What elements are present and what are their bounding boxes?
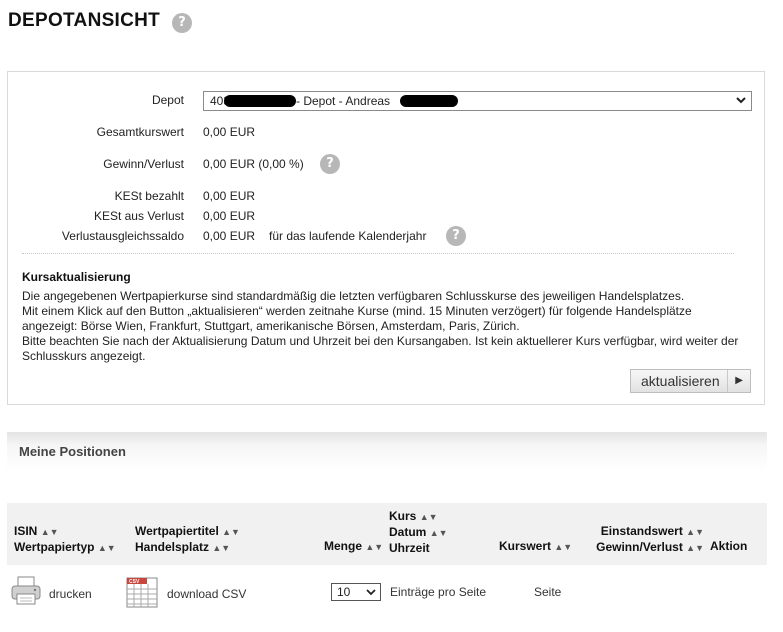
- positions-title: Meine Positionen: [19, 444, 126, 459]
- entries-per-page-label: Einträge pro Seite: [390, 585, 487, 599]
- info-line: Die angegebenen Wertpapierkurse sind sta…: [22, 289, 685, 303]
- kest-verlust-label: KESt aus Verlust: [93, 209, 184, 223]
- help-icon[interactable]: ?: [172, 13, 192, 33]
- depot-select[interactable]: 403 - Depot - Andreas: [203, 91, 752, 111]
- download-csv-link[interactable]: download CSV: [167, 587, 246, 601]
- help-icon[interactable]: ?: [320, 154, 340, 174]
- verlustausgleich-note: für das laufende Kalenderjahr: [269, 229, 427, 243]
- sort-icon[interactable]: ▲▼: [212, 543, 230, 553]
- col-wertpapiertitel[interactable]: Wertpapiertitel ▲▼ Handelsplatz ▲▼: [135, 524, 240, 556]
- gewinn-verlust-label: Gewinn/Verlust: [103, 157, 184, 171]
- col-gewinn-verlust-label: Gewinn/Verlust: [596, 540, 683, 554]
- chevron-down-icon: [735, 93, 747, 110]
- verlustausgleich-value: 0,00 EUR: [203, 229, 256, 243]
- sort-icon[interactable]: ▲▼: [430, 528, 448, 538]
- col-aktion: Aktion: [710, 539, 748, 553]
- depot-label: Depot: [151, 93, 184, 107]
- col-wertpapiertyp-label: Wertpapiertyp: [14, 540, 95, 554]
- kursaktualisierung-title: Kursaktualisierung: [22, 270, 131, 284]
- kursaktualisierung-text: Die angegebenen Wertpapierkurse sind sta…: [22, 289, 742, 364]
- sort-icon[interactable]: ▲▼: [98, 543, 116, 553]
- page-title: DEPOTANSICHT: [8, 10, 161, 31]
- sort-icon[interactable]: ▲▼: [686, 543, 704, 553]
- entries-per-page-select[interactable]: 10: [331, 583, 381, 601]
- csv-file-icon[interactable]: CSV: [126, 576, 158, 608]
- gewinn-verlust-value: 0,00 EUR (0,00 %): [203, 157, 304, 171]
- sort-icon[interactable]: ▲▼: [41, 527, 59, 537]
- aktualisieren-button-label: aktualisieren: [641, 373, 720, 389]
- depot-select-value: - Depot - Andreas: [296, 94, 391, 108]
- gesamtkurswert-label: Gesamtkurswert: [96, 125, 184, 139]
- redaction-mark: [400, 95, 458, 107]
- kest-bezahlt-value: 0,00 EUR: [203, 189, 256, 203]
- csv-icon-text: CSV: [129, 579, 140, 585]
- printer-icon[interactable]: [10, 576, 42, 606]
- col-handelsplatz-label: Handelsplatz: [135, 540, 210, 554]
- sort-icon[interactable]: ▲▼: [420, 512, 438, 522]
- divider: [22, 253, 734, 254]
- entries-per-page-value: 10: [337, 585, 351, 599]
- sort-icon[interactable]: ▲▼: [554, 542, 572, 552]
- col-datum-label: Datum: [389, 525, 427, 539]
- gesamtkurswert-value: 0,00 EUR: [203, 125, 256, 139]
- page-label: Seite: [534, 585, 562, 599]
- arrow-right-icon: ▶: [735, 375, 743, 386]
- col-kurs-label: Kurs: [389, 509, 417, 523]
- info-line: Bitte beachten Sie nach der Aktualisieru…: [22, 334, 739, 363]
- col-einstandswert-label: Einstandswert: [600, 524, 683, 538]
- col-uhrzeit-label: Uhrzeit: [389, 541, 430, 555]
- sort-icon[interactable]: ▲▼: [365, 542, 383, 552]
- kest-verlust-value: 0,00 EUR: [203, 209, 256, 223]
- col-kurswert-label: Kurswert: [499, 539, 552, 553]
- aktualisieren-button[interactable]: aktualisieren ▶: [630, 369, 751, 393]
- verlustausgleich-label: Verlustausgleichssaldo: [61, 229, 184, 243]
- button-separator: [727, 370, 728, 392]
- chevron-down-icon: [366, 585, 376, 602]
- redaction-mark: [224, 95, 296, 107]
- col-isin-label: ISIN: [14, 524, 38, 538]
- col-isin[interactable]: ISIN ▲▼ Wertpapiertyp ▲▼: [14, 524, 116, 556]
- kest-bezahlt-label: KESt bezahlt: [114, 189, 184, 203]
- print-link[interactable]: drucken: [49, 587, 92, 601]
- col-menge[interactable]: Menge ▲▼: [324, 539, 383, 555]
- sort-icon[interactable]: ▲▼: [686, 527, 704, 537]
- col-menge-label: Menge: [324, 539, 363, 553]
- col-kurswert[interactable]: Kurswert ▲▼: [499, 539, 572, 555]
- col-kurs[interactable]: Kurs ▲▼ Datum ▲▼ Uhrzeit: [389, 509, 448, 556]
- col-einstandswert[interactable]: Einstandswert ▲▼ Gewinn/Verlust ▲▼: [594, 524, 704, 556]
- help-icon[interactable]: ?: [446, 226, 466, 246]
- info-line: Mit einem Klick auf den Button „aktualis…: [22, 304, 692, 333]
- col-wertpapiertitel-label: Wertpapiertitel: [135, 524, 219, 538]
- sort-icon[interactable]: ▲▼: [222, 527, 240, 537]
